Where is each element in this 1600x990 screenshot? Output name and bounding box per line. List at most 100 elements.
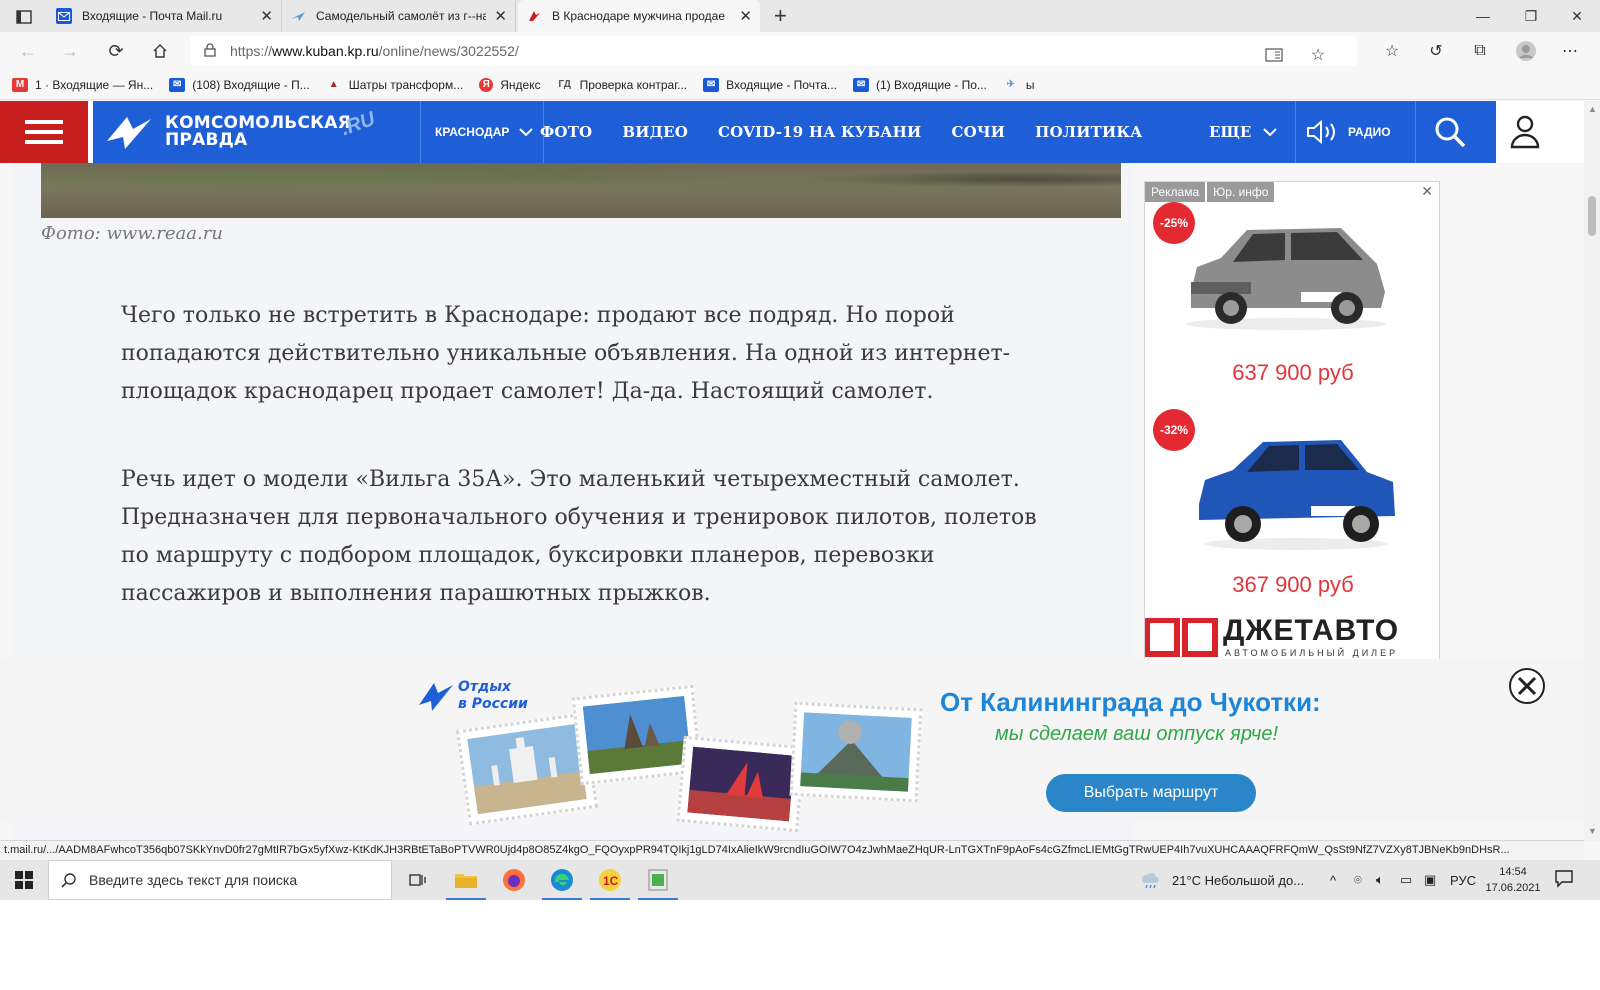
favorite-item[interactable]: ✉ Входящие - Почта... <box>703 77 837 92</box>
close-banner-icon[interactable] <box>1508 667 1546 705</box>
web-page: КОМСОМОЛЬСКАЯ ПРАВДА .RU КРАСНОДАР ФОТО В… <box>0 101 1584 841</box>
address-bar[interactable]: https://www.kuban.kp.ru/online/news/3022… <box>190 36 1357 66</box>
kp-logo[interactable]: КОМСОМОЛЬСКАЯ ПРАВДА .RU <box>105 108 385 155</box>
close-window-icon[interactable]: ✕ <box>1554 0 1600 32</box>
lock-icon <box>204 42 218 60</box>
tab-title: Входящие - Почта Mail.ru <box>82 9 223 23</box>
car-price[interactable]: 637 900 руб <box>1145 360 1439 386</box>
radio-button[interactable]: РАДИО <box>1306 101 1416 163</box>
minimize-icon[interactable]: — <box>1460 0 1506 32</box>
close-tab-icon[interactable]: ✕ <box>260 7 273 25</box>
volume-icon[interactable]: 🔈︎ <box>1376 860 1384 900</box>
dealer-logo[interactable]: ДЖЕТАВТО АВТОМОБИЛЬНЫЙ ДИЛЕР <box>1145 614 1439 660</box>
restore-icon[interactable]: ❐ <box>1508 0 1554 32</box>
speaker-icon <box>1307 120 1335 144</box>
add-favorite-icon[interactable]: ☆ <box>1304 42 1332 68</box>
firefox-icon[interactable] <box>490 860 538 900</box>
more-menu[interactable]: ЕЩЕ <box>1209 101 1297 163</box>
gmail-icon: M <box>12 77 28 92</box>
tab-mail[interactable]: Входящие - Почта Mail.ru ✕ <box>48 0 282 32</box>
new-tab-icon[interactable]: + <box>774 3 787 29</box>
kp-bird-icon <box>107 117 151 149</box>
back-icon[interactable]: ← <box>14 38 42 64</box>
favorite-item[interactable]: ✉ (108) Входящие - П... <box>169 77 310 92</box>
promo-banner[interactable]: Отдых в России От Калининграда до Чукотки… <box>0 659 1584 833</box>
nav-item-sochi[interactable]: СОЧИ <box>951 123 1005 141</box>
home-icon[interactable] <box>146 38 174 64</box>
status-url: t.mail.ru/.../AADM8AFwhcoT356qb07SKkYnvD… <box>0 840 1584 860</box>
favorite-item[interactable]: ▲ Шатры трансформ... <box>326 78 463 92</box>
nav-item-photo[interactable]: ФОТО <box>540 123 592 141</box>
photo-caption: Фото: www.reaa.ru <box>41 223 223 244</box>
notifications-icon[interactable] <box>1554 868 1578 892</box>
tab-actions-icon[interactable] <box>8 6 40 28</box>
file-explorer-icon[interactable] <box>442 860 490 900</box>
city-selector[interactable]: КРАСНОДАР <box>420 101 545 163</box>
article-paragraph: Чего только не встретить в Краснодаре: п… <box>121 303 1011 404</box>
menu-icon[interactable] <box>0 101 88 163</box>
language-indicator[interactable]: РУС <box>1450 860 1476 900</box>
close-tab-icon[interactable]: ✕ <box>494 7 507 25</box>
reader-view-icon[interactable] <box>1260 42 1288 68</box>
car-image-granta[interactable] <box>1191 420 1401 550</box>
task-view-icon[interactable] <box>394 860 442 900</box>
page-scrollbar[interactable]: ▲ ▼ <box>1584 101 1600 841</box>
user-icon[interactable] <box>1510 113 1540 149</box>
mail-icon: ✉ <box>169 77 186 92</box>
collections-icon[interactable]: ⧉ <box>1466 38 1494 64</box>
close-ad-icon[interactable]: ✕ <box>1421 183 1433 200</box>
favorite-item[interactable]: ГД Проверка контраг... <box>557 78 687 92</box>
weather-widget[interactable]: 21°C Небольшой до... <box>1140 860 1304 900</box>
scroll-down-icon[interactable]: ▼ <box>1588 826 1597 836</box>
favorites-bar: M1 · Входящие — Ян... ✉ (108) Входящие - … <box>0 70 1600 100</box>
kp-logo-text: КОМСОМОЛЬСКАЯ ПРАВДА <box>165 113 351 150</box>
banner-logo: Отдых в России <box>418 679 538 719</box>
tab-plane-article[interactable]: Самодельный самолёт из г--на ✕ <box>282 0 516 32</box>
favorite-item[interactable]: ✈ ы <box>1003 78 1035 92</box>
taskbar-search-input[interactable]: Введите здесь текст для поиска <box>48 860 392 900</box>
tab-kp-article[interactable]: В Краснодаре мужчина продае ✕ <box>518 0 760 32</box>
edge-icon[interactable] <box>538 860 586 900</box>
more-options-icon[interactable]: ⋯ <box>1556 38 1584 64</box>
refresh-icon[interactable]: ⟳ <box>102 38 130 64</box>
search-icon[interactable] <box>1433 115 1467 149</box>
windows-start-icon[interactable] <box>0 860 48 900</box>
nav-item-video[interactable]: ВИДЕО <box>622 123 688 141</box>
legal-info-label[interactable]: Юр. инфо <box>1207 182 1275 202</box>
plane-favicon-icon: ✈ <box>1006 79 1016 90</box>
favorite-item[interactable]: M1 · Входящие — Ян... <box>12 77 153 92</box>
car-image-largus[interactable] <box>1181 212 1391 332</box>
favorites-icon[interactable]: ☆ <box>1378 38 1406 64</box>
history-icon[interactable]: ↺ <box>1422 38 1450 64</box>
tent-icon: ▲ <box>328 79 339 90</box>
site-header: КОМСОМОЛЬСКАЯ ПРАВДА .RU КРАСНОДАР ФОТО В… <box>0 101 1584 163</box>
tab-title: В Краснодаре мужчина продае <box>552 9 726 23</box>
spreadsheet-app-icon[interactable] <box>634 860 682 900</box>
article-photo <box>41 163 1121 218</box>
close-tab-icon[interactable]: ✕ <box>739 7 752 25</box>
chevron-down-icon <box>519 128 534 137</box>
favorite-item[interactable]: ✉ (1) Входящие - По... <box>853 77 987 92</box>
nav-item-covid[interactable]: COVID-19 НА КУБАНИ <box>718 123 921 141</box>
scrollbar-thumb[interactable] <box>1588 196 1596 236</box>
taskbar: Введите здесь текст для поиска 1С 21°C Н… <box>0 860 1600 900</box>
show-hidden-icons-icon[interactable]: ^ <box>1330 860 1336 900</box>
search-icon <box>61 873 76 888</box>
network-icon[interactable]: ▣ <box>1424 860 1436 900</box>
profile-avatar[interactable] <box>1512 38 1540 64</box>
scroll-up-icon[interactable]: ▲ <box>1588 104 1597 114</box>
dealer-name: ДЖЕТАВТО <box>1223 614 1400 647</box>
tab-title: Самодельный самолёт из г--на <box>316 9 487 23</box>
nav-item-politics[interactable]: ПОЛИТИКА <box>1035 123 1142 141</box>
battery-icon[interactable]: ▭ <box>1400 860 1412 900</box>
favorite-item[interactable]: Я Яндекс <box>479 77 541 92</box>
forward-icon[interactable]: → <box>56 38 84 64</box>
sidebar-ad[interactable]: Реклама Юр. инфо ✕ -25% 637 900 руб -32%… <box>1144 181 1440 661</box>
car-price[interactable]: 367 900 руб <box>1145 572 1439 598</box>
1c-icon[interactable]: 1С <box>586 860 634 900</box>
clock[interactable]: 14:54 17.06.2021 <box>1478 864 1548 896</box>
choose-route-button[interactable]: Выбрать маршрут <box>1046 774 1256 812</box>
mail-icon: ✉ <box>853 77 870 92</box>
ad-label[interactable]: Реклама <box>1145 182 1206 202</box>
meet-now-icon[interactable]: ⌾ <box>1354 860 1362 900</box>
